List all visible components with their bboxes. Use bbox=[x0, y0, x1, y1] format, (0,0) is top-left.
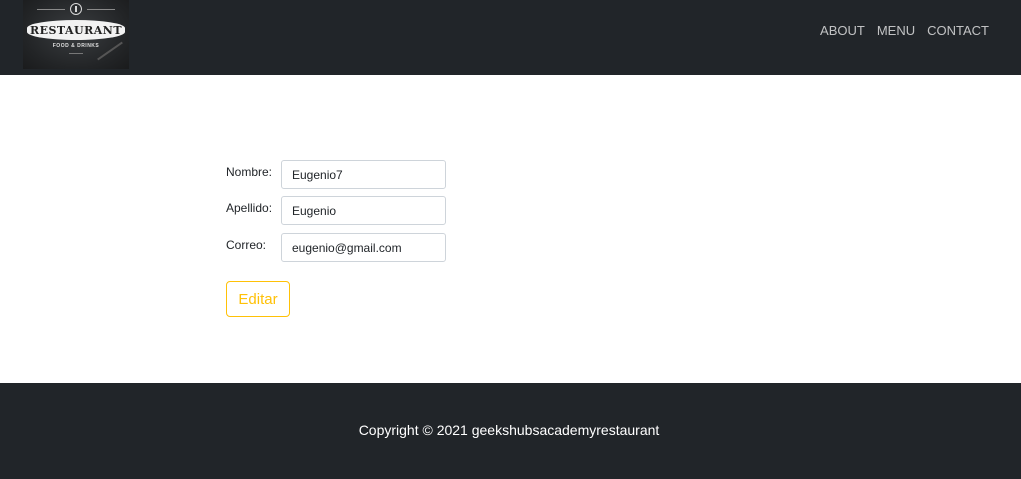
nombre-input[interactable] bbox=[281, 160, 446, 189]
nav-link-menu[interactable]: MENU bbox=[877, 22, 915, 40]
editar-button[interactable]: Editar bbox=[226, 281, 290, 317]
restaurant-logo[interactable]: RESTAURANT FOOD & DRINKS bbox=[23, 0, 129, 69]
logo-ribbon: RESTAURANT bbox=[27, 20, 125, 40]
footer: Copyright © 2021 geekshubsacademyrestaur… bbox=[0, 383, 1021, 479]
nav-link-about[interactable]: ABOUT bbox=[820, 22, 865, 40]
logo-emblem-icon bbox=[70, 3, 82, 15]
copyright-text: Copyright © 2021 geekshubsacademyrestaur… bbox=[358, 422, 660, 438]
main-nav: ABOUT MENU CONTACT bbox=[820, 22, 989, 40]
logo-divider bbox=[87, 9, 115, 10]
nombre-label: Nombre: bbox=[226, 165, 273, 179]
apellido-label: Apellido: bbox=[226, 201, 273, 215]
logo-divider bbox=[69, 53, 83, 54]
logo-divider bbox=[37, 9, 65, 10]
apellido-input[interactable] bbox=[281, 196, 446, 225]
logo-title: RESTAURANT bbox=[29, 23, 123, 37]
field-row-apellido: Apellido: bbox=[226, 196, 456, 225]
correo-label: Correo: bbox=[226, 238, 267, 252]
nav-link-contact[interactable]: CONTACT bbox=[927, 22, 989, 40]
navbar: RESTAURANT FOOD & DRINKS ABOUT MENU CONT… bbox=[0, 0, 1021, 75]
field-row-correo: Correo: bbox=[226, 233, 456, 262]
correo-input[interactable] bbox=[281, 233, 446, 262]
field-row-nombre: Nombre: bbox=[226, 160, 456, 189]
